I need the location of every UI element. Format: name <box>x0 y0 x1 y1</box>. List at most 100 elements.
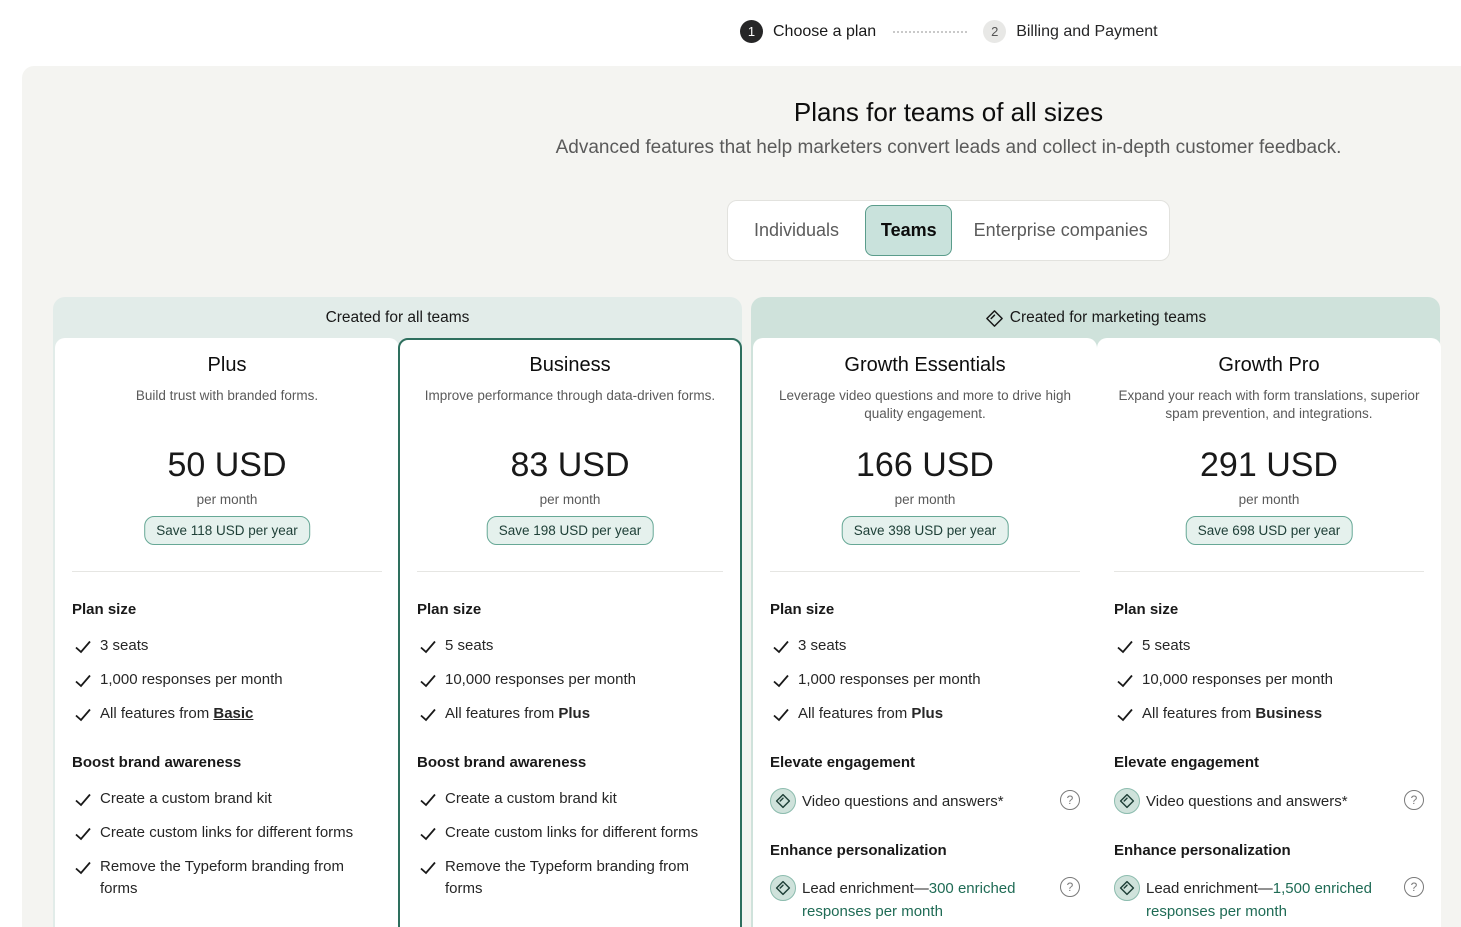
feature-text: Video questions and answers* <box>1146 793 1348 810</box>
feature-seats: 3 seats <box>72 635 382 657</box>
feature-brand-kit: Create a custom brand kit <box>72 788 382 810</box>
page-subtitle: Advanced features that help marketers co… <box>555 137 1342 158</box>
plan-price: 166 USD <box>856 446 994 484</box>
section-brand-awareness: Boost brand awareness <box>417 754 723 771</box>
check-icon <box>75 861 91 875</box>
tab-individuals[interactable]: Individuals <box>732 205 861 256</box>
divider <box>72 571 382 572</box>
step-number-2: 2 <box>983 20 1007 43</box>
step-separator <box>893 30 968 33</box>
feature-text: Lead enrichment— <box>1146 880 1273 897</box>
section-elevate-engagement: Elevate engagement <box>1114 754 1424 771</box>
help-icon[interactable]: ? <box>1060 877 1080 897</box>
feature-all-features: All features from Basic <box>72 703 382 725</box>
feature-all-features: All features from Plus <box>770 703 1080 725</box>
check-icon <box>1117 674 1133 688</box>
audience-switcher: Individuals Teams Enterprise companies <box>727 200 1170 261</box>
feature-responses: 1,000 responses per month <box>770 669 1080 691</box>
section-enhance-personalization: Enhance personalization <box>1114 842 1424 859</box>
plan-card-plus: Plus Build trust with branded forms. 50 … <box>55 338 399 927</box>
basic-plan-link[interactable]: Basic <box>213 705 253 722</box>
plan-price: 50 USD <box>167 446 287 484</box>
divider <box>770 571 1080 572</box>
check-icon <box>75 827 91 841</box>
group-all-teams-text: Created for all teams <box>325 309 470 326</box>
feature-text: 3 seats <box>100 637 149 654</box>
feature-seats: 5 seats <box>1114 635 1424 657</box>
section-plan-size: Plan size <box>770 601 1080 618</box>
step-billing-payment[interactable]: 2 Billing and Payment <box>983 20 1158 43</box>
plan-reference: Business <box>1255 705 1323 722</box>
section-title: Enhance personalization <box>1114 842 1291 859</box>
section-title: Plan size <box>72 601 137 618</box>
diamond-icon <box>770 875 796 901</box>
feature-custom-links: Create custom links for different forms <box>417 822 723 844</box>
feature-text: All features from <box>445 705 559 722</box>
divider <box>417 571 723 572</box>
feature-lead-enrichment: Lead enrichment—1,500 enriched responses… <box>1114 875 1424 923</box>
plan-name: Business <box>529 354 611 376</box>
section-title: Plan size <box>417 601 482 618</box>
feature-seats: 5 seats <box>417 635 723 657</box>
group-label-all-teams: Created for all teams <box>53 297 742 339</box>
feature-all-features: All features from Plus <box>417 703 723 725</box>
feature-responses: 1,000 responses per month <box>72 669 382 691</box>
help-icon[interactable]: ? <box>1060 790 1080 810</box>
diamond-icon <box>1114 788 1140 814</box>
feature-text: Video questions and answers* <box>802 793 1004 810</box>
feature-text: All features from <box>1142 705 1256 722</box>
plan-description: Leverage video questions and more to dri… <box>779 388 1071 421</box>
section-title: Enhance personalization <box>770 842 947 859</box>
step-choose-plan[interactable]: 1 Choose a plan <box>740 20 876 43</box>
plan-period: per month <box>196 492 258 507</box>
plan-description: Expand your reach with form translations… <box>1118 388 1420 421</box>
feature-lead-enrichment: Lead enrichment—300 enriched responses p… <box>770 875 1080 923</box>
section-enhance-personalization: Enhance personalization <box>770 842 1080 859</box>
tab-teams[interactable]: Teams <box>865 205 953 256</box>
group-label-marketing: Created for marketing teams <box>751 297 1440 339</box>
feature-text: All features from <box>100 705 214 722</box>
feature-text: Create a custom brand kit <box>445 790 617 807</box>
help-icon[interactable]: ? <box>1404 877 1424 897</box>
feature-text: Remove the Typeform branding from forms <box>100 858 345 897</box>
check-icon <box>420 793 436 807</box>
section-elevate-engagement: Elevate engagement <box>770 754 1080 771</box>
check-icon <box>420 640 436 654</box>
check-icon <box>1117 708 1133 722</box>
feature-text: 3 seats <box>798 637 847 654</box>
step-number-1: 1 <box>740 20 763 43</box>
feature-text: 10,000 responses per month <box>445 671 636 688</box>
check-icon <box>75 640 91 654</box>
feature-text: Lead enrichment— <box>802 880 929 897</box>
help-icon[interactable]: ? <box>1404 790 1424 810</box>
plan-name: Growth Pro <box>1218 354 1320 376</box>
section-plan-size: Plan size <box>1114 601 1424 618</box>
section-title: Boost brand awareness <box>417 754 587 771</box>
feature-text: Create a custom brand kit <box>100 790 272 807</box>
feature-responses: 10,000 responses per month <box>417 669 723 691</box>
plan-description: Build trust with branded forms. <box>135 388 319 403</box>
savings-badge: Save 398 USD per year <box>841 516 1009 545</box>
feature-text: 10,000 responses per month <box>1142 671 1333 688</box>
plan-card-growth-essentials: Growth Essentials Leverage video questio… <box>753 338 1097 927</box>
stepper: 1 Choose a plan 2 Billing and Payment <box>740 19 1158 44</box>
check-icon <box>75 793 91 807</box>
section-title: Plan size <box>770 601 835 618</box>
feature-remove-branding: Remove the Typeform branding from forms <box>417 856 723 900</box>
check-icon <box>773 674 789 688</box>
tab-enterprise[interactable]: Enterprise companies <box>956 205 1165 256</box>
feature-brand-kit: Create a custom brand kit <box>417 788 723 810</box>
plan-card-growth-pro: Growth Pro Expand your reach with form t… <box>1097 338 1441 927</box>
check-icon <box>420 827 436 841</box>
feature-text: 5 seats <box>1142 637 1191 654</box>
step-label-billing: Billing and Payment <box>1016 22 1158 40</box>
feature-all-features: All features from Business <box>1114 703 1424 725</box>
check-icon <box>773 708 789 722</box>
feature-seats: 3 seats <box>770 635 1080 657</box>
savings-badge: Save 198 USD per year <box>486 516 654 545</box>
feature-text: Create custom links for different forms <box>445 824 699 841</box>
savings-badge: Save 118 USD per year <box>144 516 310 545</box>
feature-text: Remove the Typeform branding from forms <box>445 858 690 897</box>
feature-text: 1,000 responses per month <box>798 671 981 688</box>
check-icon <box>1117 640 1133 654</box>
